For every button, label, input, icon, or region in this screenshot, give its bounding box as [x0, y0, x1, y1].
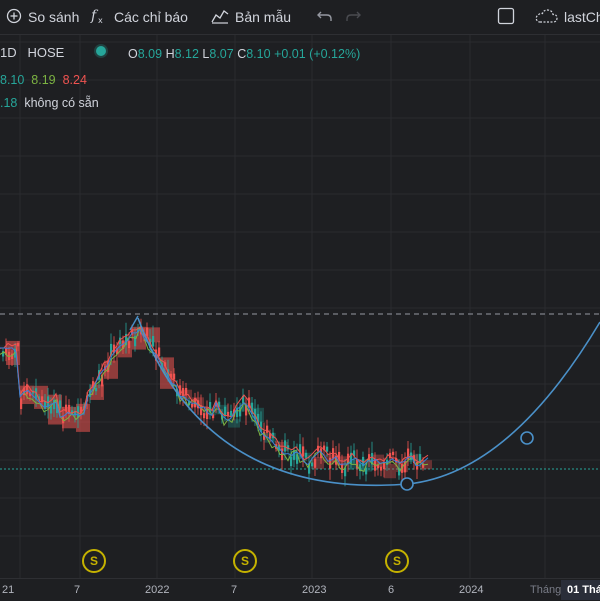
candle-body [20, 398, 23, 410]
fullscreen-button[interactable] [497, 6, 521, 28]
indicators-button[interactable]: fx Các chỉ báo [90, 6, 188, 28]
x-tick: 2022 [145, 584, 170, 596]
compare-icon [6, 8, 28, 27]
ma-line [0, 326, 429, 465]
templates-icon [211, 8, 235, 27]
close-label: C [237, 47, 247, 61]
dividend-marker-3[interactable]: S [385, 549, 409, 573]
cloud-segment [384, 463, 396, 479]
x-tick: Tháng [530, 584, 562, 596]
chart-pane[interactable]: 1D HOSE O8.09 H8.12 L8.07 C8.10 +0.01 (+… [0, 35, 600, 600]
indicator-value-1: 8.10 [0, 73, 25, 87]
high-value: 8.12 [174, 47, 199, 61]
indicators-label: Các chỉ báo [114, 9, 188, 25]
x-tick: 2023 [302, 584, 327, 596]
candle-body [377, 465, 380, 469]
candle-body [203, 413, 206, 419]
templates-label: Bản mẫu [235, 9, 292, 25]
cloud-segment [312, 457, 324, 469]
candle-body [392, 451, 395, 456]
dividend-marker-2[interactable]: S [233, 549, 257, 573]
x-tick: 6 [388, 584, 395, 596]
candle-body [95, 387, 98, 392]
candle-body [146, 327, 149, 336]
candle-body [305, 452, 308, 458]
exchange-label: HOSE [27, 45, 65, 60]
indicator-value-3: 8.24 [62, 73, 87, 87]
candle-body [173, 373, 176, 380]
redo-icon [344, 9, 368, 26]
symbol-legend: 1D HOSE [0, 45, 64, 60]
square-icon [497, 7, 521, 28]
layout-name: lastCh [564, 9, 600, 25]
candle-body [158, 347, 161, 357]
change-value: +0.01 (+0.12%) [274, 47, 361, 61]
top-toolbar: So sánh fx Các chỉ báo Bản mẫu lastCh [0, 0, 600, 35]
candle-body [230, 410, 233, 416]
price-chart[interactable] [0, 35, 600, 600]
candle-body [128, 341, 131, 349]
candle-body [314, 458, 317, 468]
x-tick: 7 [74, 584, 81, 596]
low-value: 8.07 [209, 47, 234, 61]
function-icon: fx [90, 7, 114, 28]
candle-body [191, 403, 194, 408]
templates-button[interactable]: Bản mẫu [211, 6, 291, 28]
crosshair-date-label: 01 Thá [561, 580, 600, 600]
candle-body [266, 425, 269, 433]
time-axis[interactable] [0, 578, 600, 601]
candle-body [17, 343, 20, 347]
chart-grid [0, 35, 600, 578]
indicator-legend[interactable]: 8.10 8.19 8.24 [0, 73, 87, 87]
high-label: H [165, 47, 175, 61]
x-tick: 7 [231, 584, 238, 596]
candle-body [290, 456, 293, 467]
dividend-marker-1[interactable]: S [82, 549, 106, 573]
candle-body [302, 446, 305, 457]
ma-line [0, 325, 429, 473]
undo-icon [316, 9, 340, 26]
indicator2-legend[interactable]: .18 không có sẵn [0, 96, 99, 110]
candle-body [326, 446, 329, 452]
curve-handle-1[interactable] [400, 477, 414, 491]
save-layout-button[interactable]: lastCh [534, 6, 600, 28]
ohlc-legend: O8.09 H8.12 L8.07 C8.10 +0.01 (+0.12%) [128, 47, 360, 61]
compare-label: So sánh [28, 9, 80, 25]
undo-button[interactable] [316, 6, 340, 28]
moving-average-lines [0, 325, 429, 473]
unavailable-label: không có sẵn [24, 96, 99, 110]
x-tick: 21 [2, 584, 15, 596]
open-label: O [128, 47, 138, 61]
candle-body [311, 462, 314, 467]
interval-label: 1D [0, 45, 17, 60]
indicator-value-2: 8.19 [31, 73, 56, 87]
redo-button[interactable] [344, 6, 368, 28]
compare-button[interactable]: So sánh [6, 6, 79, 28]
svg-text:x: x [98, 16, 103, 25]
curve-handle-2[interactable] [520, 431, 534, 445]
cloud-icon [534, 8, 564, 27]
ma-line [0, 328, 429, 467]
close-value: 8.10 [246, 47, 271, 61]
indicator2-value: .18 [0, 96, 18, 110]
candle-body [152, 335, 155, 347]
candle-body [380, 466, 383, 471]
market-status-dot[interactable] [96, 46, 106, 56]
candle-body [329, 457, 332, 469]
open-value: 8.09 [137, 47, 163, 61]
x-tick: 2024 [459, 584, 484, 596]
